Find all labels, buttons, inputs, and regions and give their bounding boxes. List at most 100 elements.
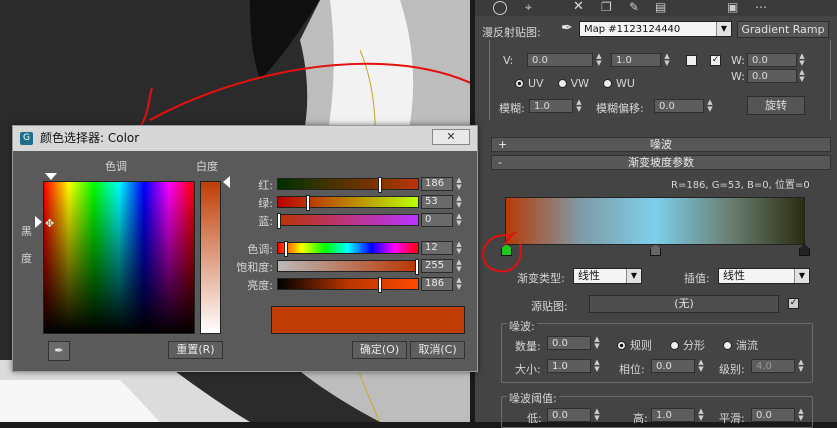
slider-spinner[interactable]: ▲ ▼ — [455, 241, 463, 255]
whiteness-marker-icon[interactable] — [223, 176, 230, 188]
slider-thumb[interactable] — [284, 241, 288, 257]
slider-value-field[interactable]: 53 — [421, 195, 453, 209]
slider-thumb[interactable] — [378, 177, 382, 193]
source-map-button[interactable]: (无) — [589, 295, 779, 313]
fractal-radio[interactable] — [670, 340, 679, 350]
v-tiling-field[interactable]: 1.0 — [611, 53, 661, 67]
color-slider-track[interactable] — [277, 196, 419, 208]
noise-levels-spinner[interactable]: ▲ ▼ — [797, 359, 805, 373]
w-angle-spinner[interactable]: ▲ ▼ — [798, 69, 806, 83]
cancel-button[interactable]: 取消(C) — [410, 341, 465, 359]
v-mirror-checkbox[interactable] — [686, 55, 697, 66]
threshold-smooth-spinner[interactable]: ▲ ▼ — [797, 408, 805, 422]
slider-spinner[interactable]: ▲ ▼ — [455, 177, 463, 191]
threshold-low-spinner[interactable]: ▲ ▼ — [593, 408, 601, 422]
v-tiling-spinner[interactable]: ▲ ▼ — [663, 53, 671, 67]
box-icon[interactable]: ▣ — [727, 0, 738, 14]
chart-icon[interactable]: ▤ — [655, 0, 666, 14]
close-button[interactable]: ✕ — [432, 129, 470, 145]
blackness-label: 黑 — [21, 225, 32, 238]
blur-spinner[interactable]: ▲ ▼ — [575, 99, 583, 113]
slider-label: 绿: — [258, 197, 273, 210]
slider-value-field[interactable]: 0 — [421, 213, 453, 227]
blur-field[interactable]: 1.0 — [529, 99, 573, 113]
slider-value-field[interactable]: 186 — [421, 177, 453, 191]
current-color-swatch — [271, 306, 465, 334]
slider-value-field[interactable]: 186 — [421, 277, 453, 291]
slider-value-field[interactable]: 255 — [421, 259, 453, 273]
dots-icon[interactable]: ⋯ — [755, 0, 767, 14]
slider-thumb[interactable] — [378, 277, 382, 293]
rotate-button[interactable]: 旋转 — [747, 96, 805, 115]
noise-phase-spinner[interactable]: ▲ ▼ — [697, 359, 705, 373]
turbulence-radio[interactable] — [723, 340, 732, 350]
v-offset-spinner[interactable]: ▲ ▼ — [595, 53, 603, 67]
w-angle-field[interactable]: 0.0 — [747, 69, 797, 83]
color-slider-track[interactable] — [277, 260, 419, 272]
cross-icon[interactable]: ✕ — [573, 0, 584, 14]
slider-value-field[interactable]: 12 — [421, 241, 453, 255]
noise-amount-spinner[interactable]: ▲ ▼ — [593, 336, 601, 350]
slider-thumb[interactable] — [277, 213, 281, 229]
slider-thumb[interactable] — [415, 259, 419, 275]
gradient-rollout-header[interactable]: - 渐变坡度参数 — [491, 155, 831, 170]
noise-phase-field[interactable]: 0.0 — [651, 359, 695, 373]
blur-offset-spinner[interactable]: ▲ ▼ — [706, 99, 714, 113]
v-angle-spinner[interactable]: ▲ ▼ — [798, 53, 806, 67]
threshold-low-field[interactable]: 0.0 — [547, 408, 591, 422]
ok-button[interactable]: 确定(O) — [352, 341, 407, 359]
map-type-button[interactable]: Gradient Ramp — [737, 21, 829, 38]
threshold-high-field[interactable]: 1.0 — [651, 408, 695, 422]
noise-amount-label: 数量: — [515, 340, 541, 353]
threshold-smooth-field[interactable]: 0.0 — [751, 408, 795, 422]
noise-size-field[interactable]: 1.0 — [547, 359, 591, 373]
color-slider-track[interactable] — [277, 214, 419, 226]
copy-icon[interactable]: ❐ — [601, 0, 612, 14]
noise-threshold-title: 噪波阈值: — [507, 390, 559, 406]
source-map-checkbox[interactable]: ✓ — [788, 298, 799, 309]
color-slider-track[interactable] — [277, 178, 419, 190]
dialog-titlebar[interactable]: G 颜色选择器: Color ✕ — [13, 126, 477, 151]
map-name-dropdown[interactable]: Map #1123124440 ▼ — [579, 21, 732, 37]
hue-label: 色调 — [105, 160, 127, 173]
interpolation-dropdown[interactable]: 线性 ▼ — [718, 268, 810, 284]
hue-blackness-field[interactable]: ✥ — [43, 181, 195, 334]
gradient-ramp-bar[interactable] — [505, 197, 805, 245]
regular-radio[interactable] — [617, 340, 626, 350]
noise-group — [501, 323, 813, 383]
vw-radio[interactable] — [557, 79, 567, 88]
hue-marker-icon[interactable] — [45, 173, 57, 180]
eyedropper-icon[interactable]: ✒ — [561, 20, 573, 36]
sphere-icon[interactable] — [493, 1, 507, 15]
paint-icon[interactable]: ✎ — [629, 0, 639, 14]
noise-rollout-header[interactable]: + 噪波 — [491, 137, 831, 152]
noise-size-spinner[interactable]: ▲ ▼ — [593, 359, 601, 373]
reset-button[interactable]: 重置(R) — [168, 341, 223, 359]
whiteness-label: 白度 — [196, 160, 218, 173]
v-offset-field[interactable]: 0.0 — [527, 53, 593, 67]
noise-amount-field[interactable]: 0.0 — [547, 336, 591, 350]
wu-radio[interactable] — [602, 79, 612, 88]
slider-label: 红: — [258, 179, 273, 192]
slider-spinner[interactable]: ▲ ▼ — [455, 195, 463, 209]
noise-levels-field[interactable]: 4.0 — [751, 359, 795, 373]
color-slider-track[interactable] — [277, 278, 419, 290]
slider-spinner[interactable]: ▲ ▼ — [455, 259, 463, 273]
noise-group-title: 噪波: — [507, 318, 537, 334]
v-angle-field[interactable]: 0.0 — [747, 53, 797, 67]
color-slider-track[interactable] — [277, 242, 419, 254]
slider-spinner[interactable]: ▲ ▼ — [455, 213, 463, 227]
threshold-low-label: 低: — [527, 412, 542, 425]
blur-offset-field[interactable]: 0.0 — [654, 99, 704, 113]
threshold-smooth-label: 平滑: — [719, 412, 745, 425]
uv-radio[interactable] — [515, 79, 524, 88]
pin-icon[interactable]: ⌖ — [525, 0, 532, 15]
whiteness-strip[interactable] — [200, 181, 221, 334]
gradient-type-dropdown[interactable]: 线性 ▼ — [573, 268, 642, 284]
v-tile-checkbox[interactable]: ✓ — [710, 55, 721, 66]
threshold-high-spinner[interactable]: ▲ ▼ — [697, 408, 705, 422]
eyedropper-icon[interactable]: ✒ — [48, 341, 70, 361]
slider-spinner[interactable]: ▲ ▼ — [455, 277, 463, 291]
slider-thumb[interactable] — [306, 195, 310, 211]
blackness-marker-icon[interactable] — [35, 216, 42, 228]
